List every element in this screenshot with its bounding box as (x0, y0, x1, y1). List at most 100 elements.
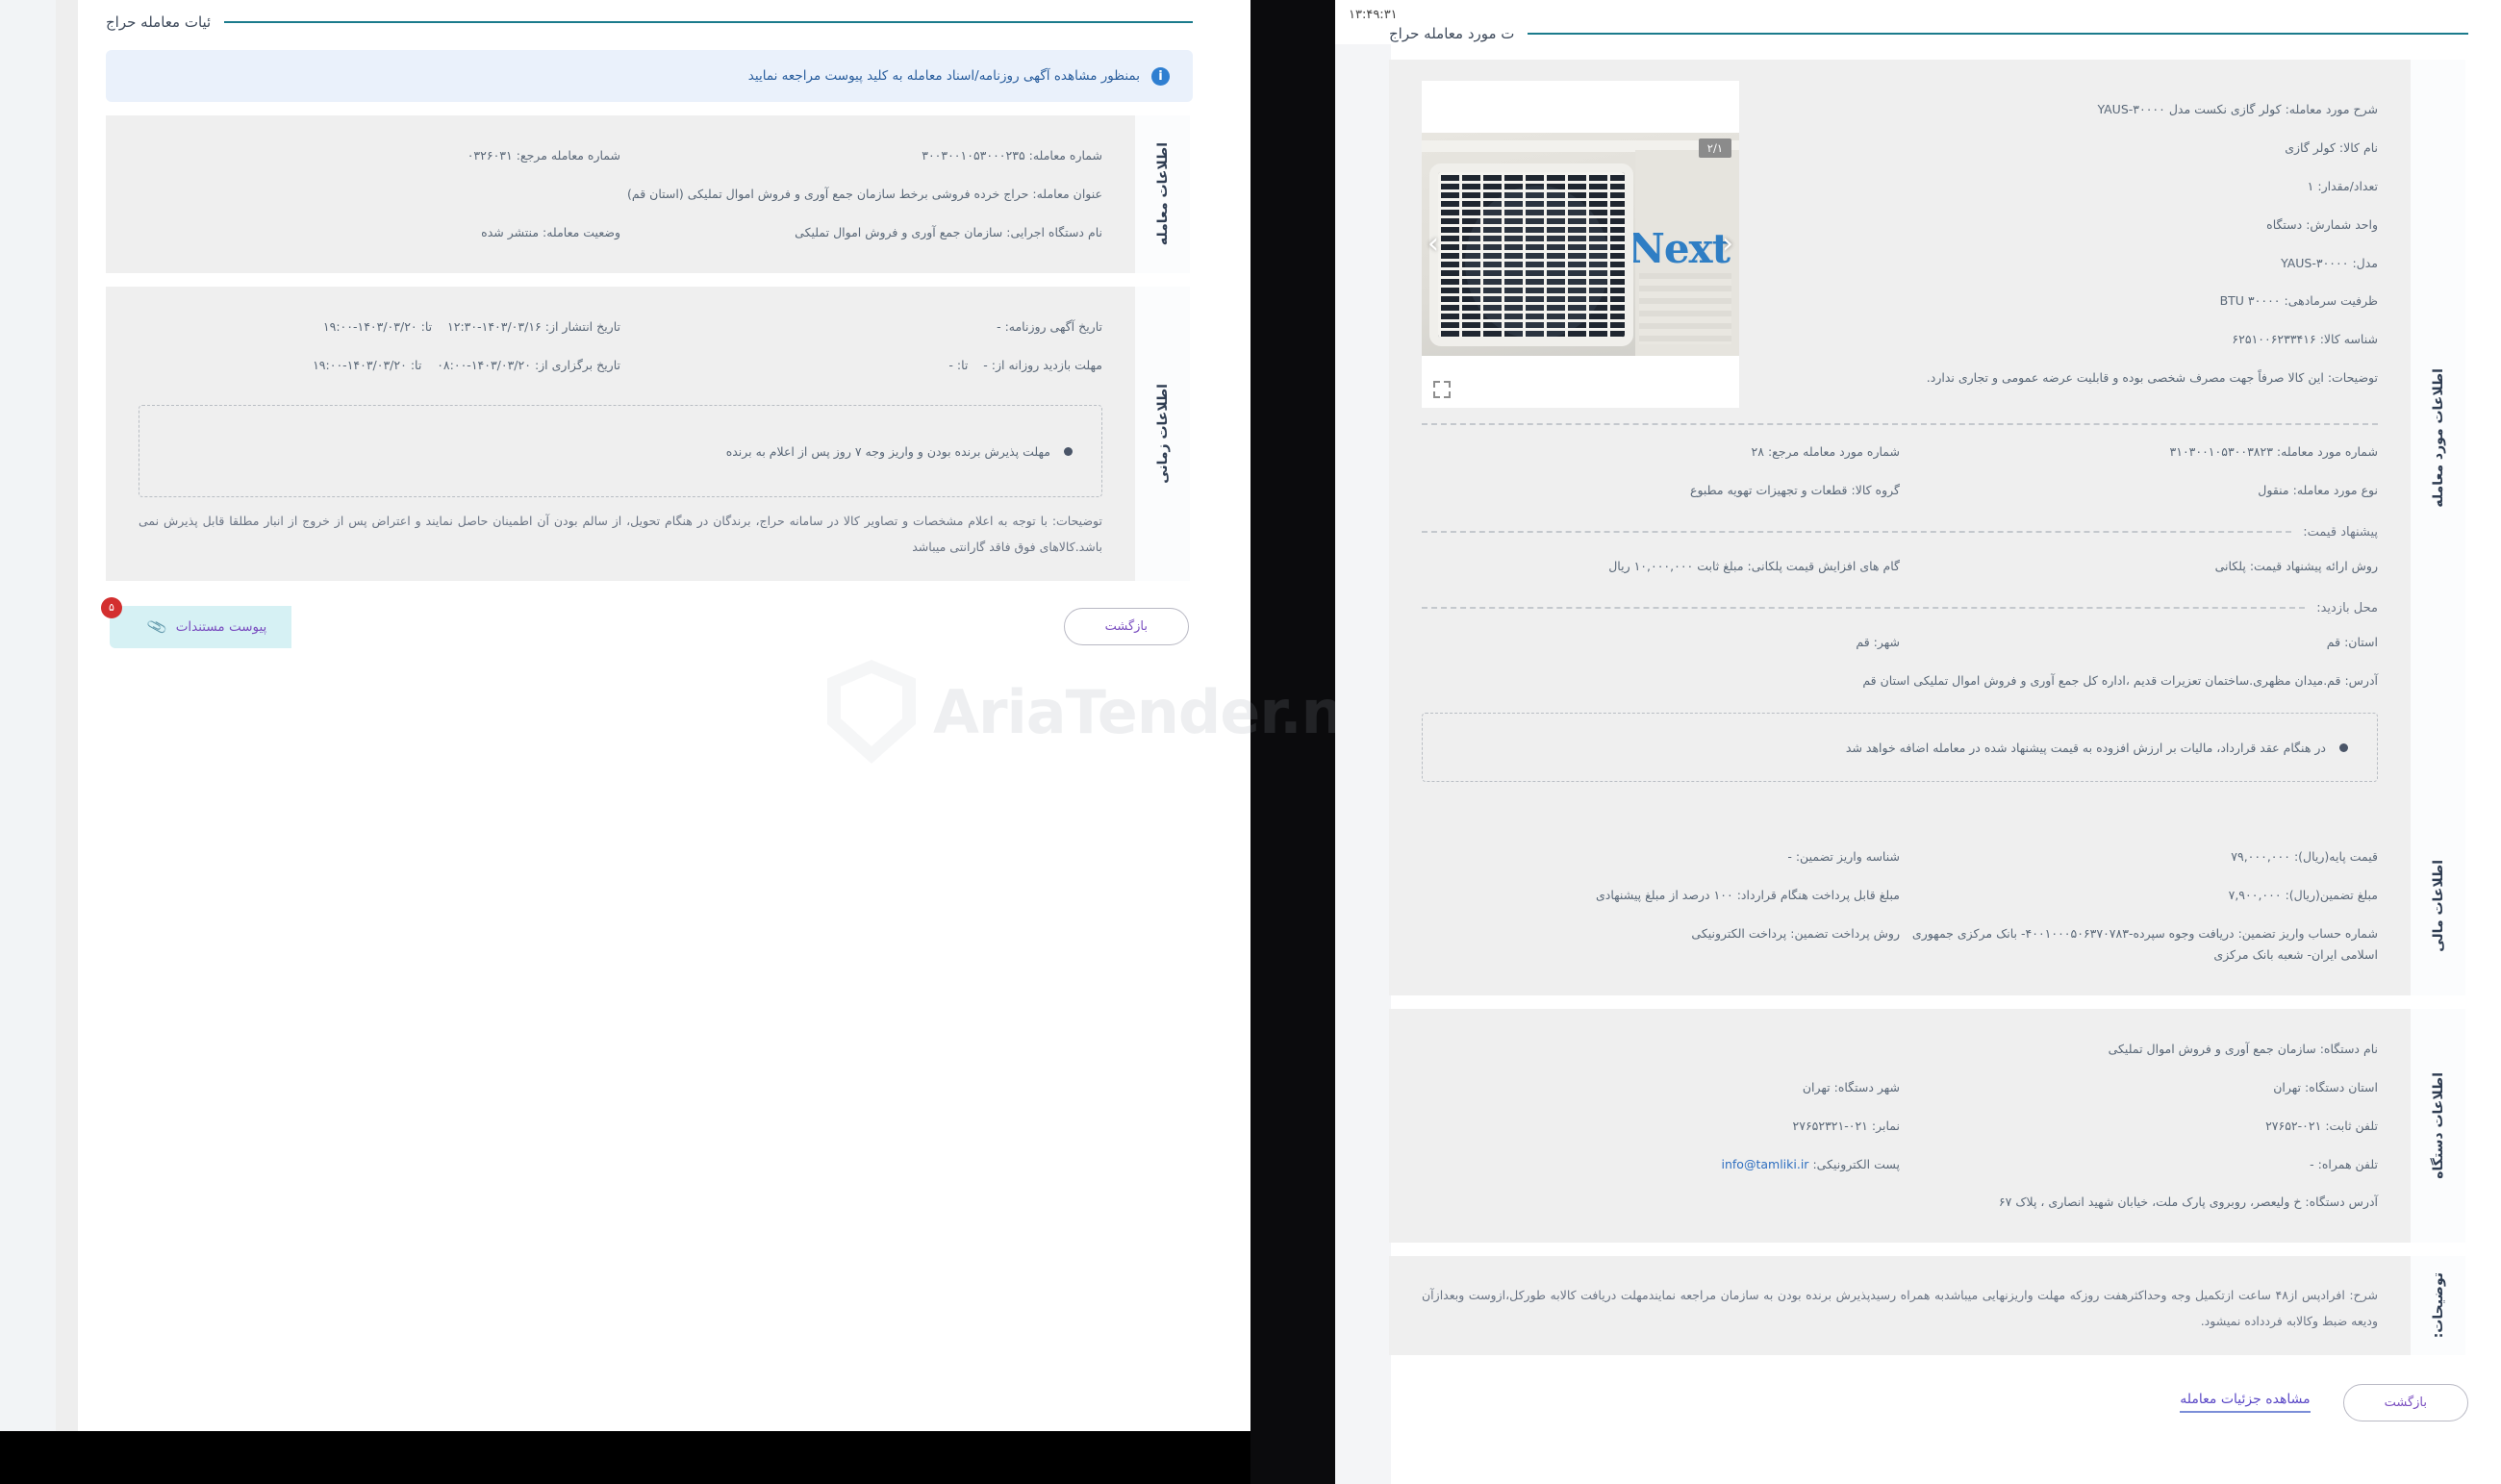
field-payable-amount-label: مبلغ قابل پرداخت هنگام قرارداد: (1736, 888, 1900, 903)
field-hold-to: ۱۴۰۳/۰۳/۲۰-۱۹:۰۰ (313, 357, 407, 372)
right-footer-buttons: بازگشت مشاهده جزئیات معامله (1389, 1383, 2468, 1441)
field-agency-province-label: استان دستگاه: (2305, 1079, 2378, 1094)
product-image-gallery[interactable]: Next ۲/۱ ‹ › (1422, 81, 1739, 408)
tab-agency-info[interactable]: اطلاعات دستگاه (2411, 1008, 2468, 1244)
field-pay-method-label: روش پرداخت تضمین: (1790, 926, 1900, 942)
field-agency-city-label: شهر دستگاه: (1833, 1079, 1900, 1094)
spec-capacity: ظرفیت سرمادهی: ۳۰۰۰۰ BTU (1766, 282, 2378, 320)
row-offer-method: روش ارائه پیشنهاد قیمت: پلکانی گام های ا… (1422, 547, 2378, 586)
tab-item-info-label: اطلاعات مورد معامله (2430, 368, 2446, 509)
spec-model-value: YAUS-۳۰۰۰۰ (2281, 255, 2349, 270)
spec-product-name-value: کولر گازی (2285, 139, 2336, 155)
product-photo: Next ۲/۱ ‹ › (1422, 133, 1739, 356)
spec-product-id: شناسه کالا: ۶۲۵۱۰۰۶۲۳۳۴۱۶ (1766, 320, 2378, 359)
tab-financial-info-label: اطلاعات مالی (2430, 860, 2446, 952)
fullscreen-icon[interactable] (1433, 381, 1451, 398)
right-window: ۱۳:۴۹:۳۱ ت مورد معامله حراج اطلاعات مورد… (1335, 0, 2501, 1484)
field-visit-province: استان: قم (1900, 632, 2378, 653)
row-guarantee-amount: مبلغ تضمین(ریال): ۷,۹۰۰,۰۰۰ مبلغ قابل پر… (1422, 876, 2378, 915)
field-publish-label: تاریخ انتشار از: (544, 318, 620, 334)
separator-line (1422, 607, 2306, 610)
tab-item-info[interactable]: اطلاعات مورد معامله (2411, 60, 2468, 817)
spec-unit-label: واحد شمارش: (2306, 216, 2378, 232)
field-agency: نام دستگاه اجرایی: سازمان جمع آوری و فرو… (620, 222, 1102, 243)
field-agency-mobile-label: تلفن همراه: (2317, 1156, 2378, 1171)
financial-info-body: قیمت پایه(ریال): ۷۹,۰۰۰,۰۰۰ شناسه واریز … (1389, 817, 2411, 995)
left-time-description: توضیحات: با توجه به اعلام مشخصات و تصاوی… (139, 514, 1102, 554)
field-guarantee-amount-value: ۷,۹۰۰,۰۰۰ (2228, 888, 2282, 903)
left-info-banner: i بمنظور مشاهده آگهی روزنامه/اسناد معامل… (106, 50, 1193, 102)
field-visit-province-value: قم (2326, 634, 2341, 649)
field-visit-address-label: آدرس: (2344, 672, 2378, 688)
agency-email-link[interactable]: info@tamliki.ir (1722, 1157, 1809, 1171)
remarks-text: شرح: افرادپس از۴۸ ساعت ازتکمیل وجه وحداک… (1422, 1288, 2378, 1328)
price-offer-header: پیشنهاد قیمت: (1422, 510, 2378, 547)
right-title-rule (1528, 33, 2468, 35)
field-item-type-label: نوع مورد معامله: (2292, 482, 2378, 497)
field-visit-range: مهلت بازدید روزانه از: - تا: - (620, 355, 1102, 376)
row-item-type: نوع مورد معامله: منقول گروه کالا: قطعات … (1422, 471, 2378, 510)
gallery-next-icon[interactable]: › (1427, 230, 1439, 259)
spec-model-label: مدل: (2352, 255, 2378, 270)
field-agency-address-label: آدرس دستگاه: (2305, 1195, 2378, 1210)
field-guarantee-id: شناسه واریز تضمین: - (1422, 846, 1900, 868)
field-base-price-label: قیمت پایه(ریال): (2293, 849, 2378, 865)
right-back-button[interactable]: بازگشت (2342, 1383, 2468, 1421)
field-base-price-value: ۷۹,۰۰۰,۰۰۰ (2231, 849, 2290, 865)
field-newspaper-date: تاریخ آگهی روزنامه: - (620, 316, 1102, 338)
field-agency-fax-value: ۰۲۱-۲۷۶۵۲۳۲۱ (1792, 1118, 1868, 1133)
row-base-price: قیمت پایه(ریال): ۷۹,۰۰۰,۰۰۰ شناسه واریز … (1422, 838, 2378, 876)
left-gutter-outer (0, 0, 56, 1431)
screen-root: ئیات معامله حراج i بمنظور مشاهده آگهی رو… (0, 0, 2501, 1484)
tab-remarks[interactable]: توضیحات: (2411, 1256, 2468, 1355)
spec-description-value: کولر گازی نکست مدل YAUS-۳۰۰۰۰ (2097, 102, 2282, 116)
field-visit-address: آدرس: قم.میدان مظهری.ساختمان تعزیرات قدی… (1422, 670, 2378, 692)
tab-deal-info[interactable]: اطلاعات معامله (1135, 115, 1193, 273)
field-offer-method: روش ارائه پیشنهاد قیمت: پلکانی (1900, 556, 2378, 577)
attachments-badge: ۵ (101, 596, 122, 618)
field-hold-range: تاریخ برگزاری از: ۱۴۰۳/۰۳/۲۰-۰۸:۰۰ تا: ۱… (139, 355, 620, 376)
field-deal-title-value: حراج خرده فروشی برخط سازمان جمع آوری و ف… (627, 186, 1029, 201)
field-item-ref: شماره مورد معامله مرجع: ۲۸ (1422, 441, 1900, 463)
field-agency-fax: نمابر: ۰۲۱-۲۷۶۵۲۳۲۱ (1422, 1116, 1900, 1137)
field-item-ref-label: شماره مورد معامله مرجع: (1767, 444, 1900, 459)
row-agency-name: نام دستگاه: سازمان جمع آوری و فروش اموال… (1422, 1030, 2378, 1069)
spec-quantity-label: تعداد/مقدار: (2317, 178, 2378, 193)
left-bottom-black-bar (0, 1431, 1250, 1484)
field-visit-from: - (983, 357, 988, 372)
spec-description: شرح مورد معامله: کولر گازی نکست مدل YAUS… (1766, 90, 2378, 129)
spec-quantity-value: ۱ (2307, 178, 2314, 193)
gallery-prev-icon[interactable]: ‹ (1722, 230, 1733, 259)
field-agency-email: پست الکترونیکی: info@tamliki.ir (1422, 1154, 1900, 1175)
field-guarantee-id-label: شناسه واریز تضمین: (1795, 849, 1900, 865)
row-agency-address: آدرس دستگاه: خ ولیعصر، روبروی پارک ملت، … (1422, 1183, 2378, 1221)
ac-ribs (1639, 273, 1731, 344)
left-window: ئیات معامله حراج i بمنظور مشاهده آگهی رو… (0, 0, 1250, 1484)
tab-deal-info-label: اطلاعات معامله (1154, 142, 1171, 246)
left-deadline-note: مهلت پذیرش برنده بودن و واریز وجه ۷ روز … (139, 405, 1102, 498)
tab-financial-info[interactable]: اطلاعات مالی (2411, 817, 2468, 995)
separator-line (1422, 531, 2292, 534)
field-agency-name: نام دستگاه: سازمان جمع آوری و فروش اموال… (1422, 1039, 2378, 1060)
row-item-numbers: شماره مورد معامله: ۳۱۰۳۰۰۱۰۵۳۰۰۳۸۲۳ شمار… (1422, 433, 2378, 471)
field-status-label: وضعیت معامله: (543, 224, 620, 239)
field-visit-city-value: قم (1856, 634, 1870, 649)
financial-info-card: اطلاعات مالی قیمت پایه(ریال): ۷۹,۰۰۰,۰۰۰… (1389, 817, 2468, 995)
left-back-button[interactable]: بازگشت (1063, 608, 1189, 646)
item-specs-list: شرح مورد معامله: کولر گازی نکست مدل YAUS… (1766, 81, 2378, 408)
row-agency-contact: تلفن همراه: - پست الکترونیکی: info@tamli… (1422, 1145, 2378, 1184)
left-row-title: عنوان معامله: حراج خرده فروشی برخط سازما… (139, 175, 1102, 214)
field-agency-label: نام دستگاه اجرایی: (1006, 224, 1102, 239)
field-pay-method: روش پرداخت تضمین: پرداخت الکترونیکی (1422, 923, 1900, 966)
item-info-card: اطلاعات مورد معامله شرح مورد معامله: کول… (1389, 60, 2468, 817)
view-deal-details-link[interactable]: مشاهده جزئیات معامله (2180, 1392, 2311, 1414)
ac-grill (1429, 163, 1633, 346)
left-row-visit: مهلت بازدید روزانه از: - تا: - تاریخ برگ… (139, 346, 1102, 385)
field-reference-number: شماره معامله مرجع: ۰۳۲۶۰۳۱ (139, 145, 620, 166)
tab-time-info[interactable]: اطلاعات زمانی (1135, 286, 1193, 581)
field-agency-city: شهر دستگاه: تهران (1422, 1077, 1900, 1098)
field-agency-province: استان دستگاه: تهران (1900, 1077, 2378, 1098)
field-hold-to-label: تا: (410, 357, 422, 372)
attachments-button[interactable]: ۵ پیوست مستندات 📎 (101, 596, 292, 648)
field-price-step-value: مبلغ ثابت ۱۰,۰۰۰,۰۰۰ ریال (1608, 558, 1744, 573)
